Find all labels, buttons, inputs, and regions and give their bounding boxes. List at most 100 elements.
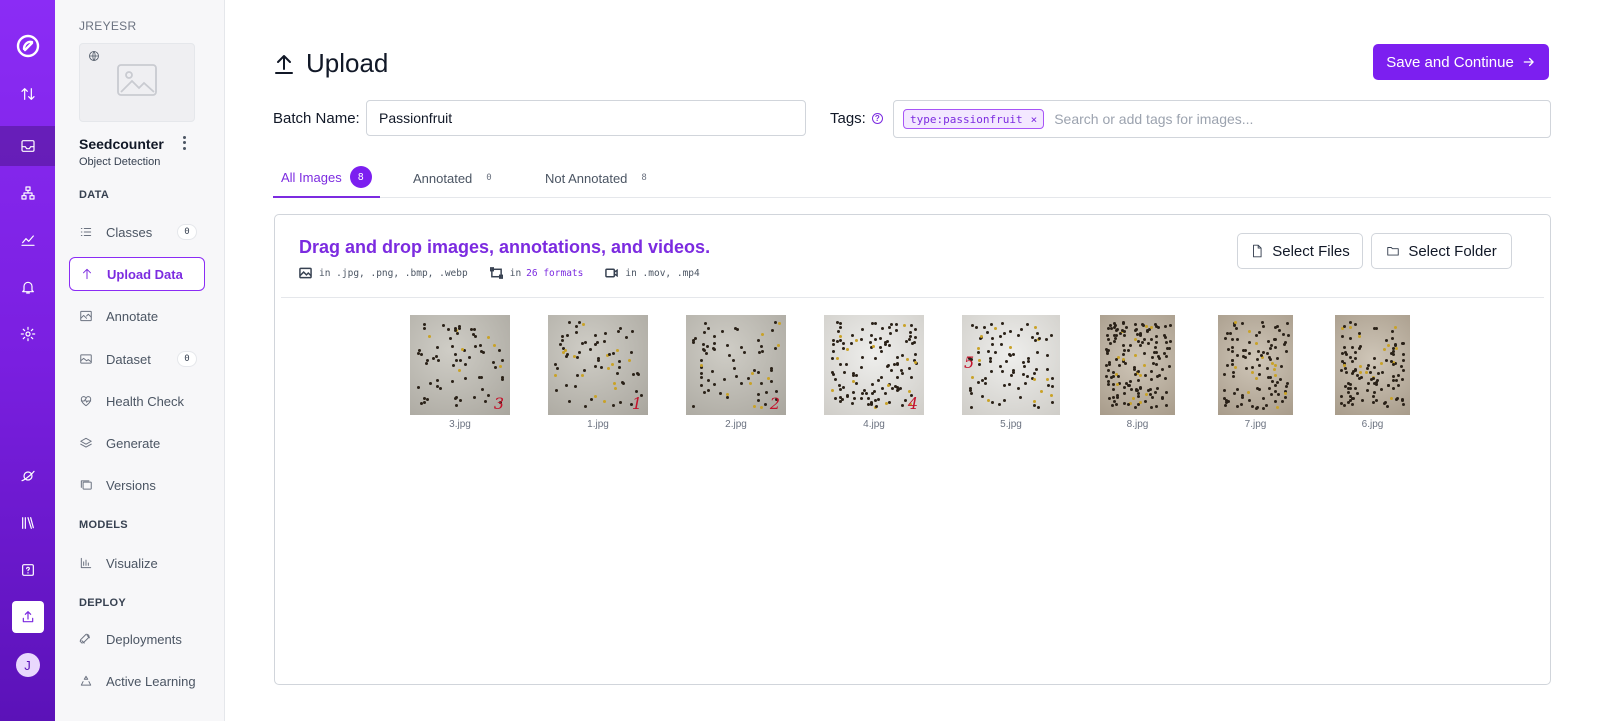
network-icon[interactable]: [0, 173, 55, 213]
thumbnail-image: 4: [824, 315, 924, 415]
thumbnail-label: 3.jpg: [449, 419, 471, 430]
sidebar-item-deployments[interactable]: Deployments: [69, 622, 205, 656]
image-thumbnail[interactable]: 2 2.jpg: [686, 315, 786, 430]
thumbnail-mark: 2: [769, 394, 780, 413]
tags-help-icon[interactable]: ?: [871, 113, 883, 124]
sidebar-item-label: Generate: [106, 435, 161, 451]
tab-not-annotated[interactable]: Not Annotated 8: [537, 158, 655, 198]
image-thumbnail[interactable]: 7.jpg: [1218, 315, 1293, 430]
save-and-continue-button[interactable]: Save and Continue: [1373, 44, 1549, 80]
roboflow-logo-icon[interactable]: [0, 26, 55, 66]
thumbnail-image: 5: [962, 315, 1060, 415]
section-models: MODELS: [79, 519, 128, 531]
tags-search-input[interactable]: [1054, 111, 1550, 127]
section-deploy: DEPLOY: [79, 597, 127, 609]
select-files-label: Select Files: [1272, 242, 1350, 260]
tab-annotated[interactable]: Annotated 0: [405, 158, 500, 198]
select-files-button[interactable]: Select Files: [1237, 233, 1363, 269]
chart-icon: [80, 557, 92, 569]
tags-field[interactable]: type:passionfruit ×: [893, 100, 1551, 138]
sidebar-item-generate[interactable]: Generate: [69, 426, 205, 460]
video-formats: in .mov, .mp4: [605, 267, 700, 279]
sidebar-item-label: Upload Data: [107, 266, 183, 282]
thumbnail-image: [1218, 315, 1293, 415]
image-filter-tabs: All Images 8 Annotated 0 Not Annotated 8: [273, 158, 1551, 198]
sidebar-item-active-learning[interactable]: Active Learning: [69, 664, 205, 698]
thumbnail-label: 6.jpg: [1361, 419, 1384, 430]
image-thumbnail[interactable]: 8.jpg: [1100, 315, 1175, 430]
upload-dropzone[interactable]: Drag and drop images, annotations, and v…: [274, 214, 1551, 685]
sidebar-item-label: Active Learning: [106, 673, 196, 689]
sidebar-item-annotate[interactable]: Annotate: [69, 299, 205, 333]
globe-icon[interactable]: [84, 46, 104, 66]
image-placeholder-icon: [115, 62, 159, 103]
project-title: Seedcounter: [79, 136, 164, 152]
sidebar-item-label: Annotate: [106, 308, 159, 324]
sidebar-item-versions[interactable]: Versions: [69, 468, 205, 502]
universe-icon[interactable]: [0, 456, 55, 496]
dropzone-title: Drag and drop images, annotations, and v…: [299, 237, 711, 257]
user-avatar[interactable]: J: [0, 645, 55, 685]
remove-tag-icon[interactable]: ×: [1031, 113, 1038, 126]
thumbnail-image: 1: [548, 315, 648, 415]
tab-all-images[interactable]: All Images 8: [273, 158, 380, 198]
thumbnail-mark: 3: [493, 394, 504, 413]
thumbnail-mark: 1: [631, 394, 642, 413]
main-content: Upload Save and Continue Batch Name: Tag…: [225, 0, 1599, 721]
dataset-count: 0: [177, 351, 197, 367]
folder-icon: [1387, 247, 1400, 256]
versions-icon: [80, 480, 92, 490]
sidebar-item-upload-data[interactable]: Upload Data: [69, 257, 205, 291]
annotate-image-icon: [80, 310, 92, 322]
batch-name-label: Batch Name:: [273, 110, 360, 127]
page-title: Upload: [274, 48, 388, 79]
batch-name-input[interactable]: [366, 100, 806, 136]
tag-chip-label: type:passionfruit: [910, 112, 1023, 126]
project-menu-icon[interactable]: [179, 135, 189, 151]
image-thumbnail[interactable]: 6.jpg: [1335, 315, 1410, 430]
thumbnail-label: 8.jpg: [1126, 419, 1149, 430]
thumbnail-label: 1.jpg: [587, 419, 609, 430]
tab-count: 8: [641, 173, 647, 183]
image-icon: [299, 267, 312, 279]
list-icon: [80, 228, 92, 236]
tab-label: All Images: [281, 169, 342, 185]
thumbnail-label: 5.jpg: [1000, 419, 1022, 430]
thumbnail-mark: 5: [964, 353, 975, 372]
image-thumbnail[interactable]: 5 5.jpg: [962, 315, 1060, 430]
supported-formats: in .jpg, .png, .bmp, .webp in 26 formats…: [299, 267, 722, 279]
help-icon[interactable]: [0, 550, 55, 590]
thumbnail-image: [1100, 315, 1175, 415]
sidebar-item-dataset[interactable]: Dataset 0: [69, 342, 205, 376]
page-title-text: Upload: [306, 48, 389, 78]
inbox-icon[interactable]: [0, 126, 55, 166]
sidebar-item-label: Classes: [106, 224, 153, 240]
settings-gear-icon[interactable]: [0, 314, 55, 354]
project-type: Object Detection: [79, 156, 161, 168]
bell-icon[interactable]: [0, 267, 55, 307]
file-icon: [1253, 244, 1262, 258]
layers-icon: [80, 437, 92, 448]
sidebar-item-classes[interactable]: Classes 0: [69, 215, 205, 249]
select-folder-label: Select Folder: [1408, 242, 1497, 260]
upload-arrow-icon: [83, 268, 91, 280]
app-rail: J: [0, 0, 55, 721]
upload-rail-icon[interactable]: [0, 597, 55, 637]
image-thumbnail[interactable]: 4 4.jpg: [824, 315, 924, 430]
annotation-formats-link[interactable]: 26 formats: [526, 268, 583, 279]
image-thumbnail[interactable]: 3 3.jpg: [410, 315, 510, 430]
save-button-label: Save and Continue: [1386, 53, 1514, 71]
project-image[interactable]: [79, 43, 195, 122]
image-thumbnail[interactable]: 1 1.jpg: [548, 315, 648, 430]
sort-arrows-icon[interactable]: [0, 74, 55, 114]
analytics-icon[interactable]: [0, 220, 55, 260]
sidebar-item-label: Health Check: [106, 393, 185, 409]
thumbnail-label: 4.jpg: [863, 419, 885, 430]
image-formats-text: in .jpg, .png, .bmp, .webp: [319, 267, 468, 279]
sidebar-item-health-check[interactable]: Health Check: [69, 384, 205, 418]
library-icon[interactable]: [0, 503, 55, 543]
select-folder-button[interactable]: Select Folder: [1371, 233, 1512, 269]
thumbnail-image: [1335, 315, 1410, 415]
sidebar-item-visualize[interactable]: Visualize: [69, 546, 205, 580]
tag-chip[interactable]: type:passionfruit ×: [903, 109, 1045, 129]
